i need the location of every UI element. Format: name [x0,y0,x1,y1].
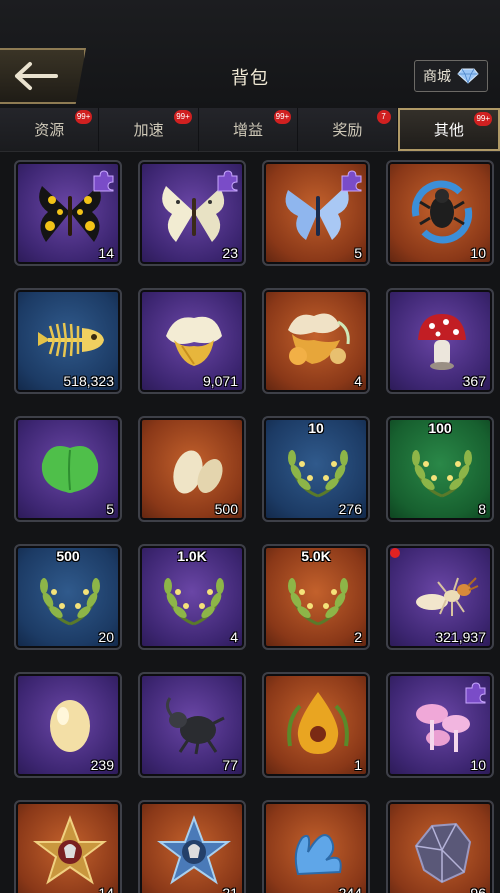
inventory-slot[interactable]: 14 [14,800,122,893]
inventory-slot[interactable]: 518,323 [14,288,122,394]
new-item-dot [390,548,400,558]
inventory-slot[interactable]: 10 [386,160,494,266]
item-tier-label: 5.0K [301,548,331,564]
inventory-slot[interactable]: 4 [262,288,370,394]
item-count: 14 [98,885,114,893]
egg-icon [50,700,90,752]
white-fungus-icon [166,316,222,366]
tab-label: 加速 [133,122,164,139]
notification-badge: 7 [376,110,391,124]
inventory-slot[interactable]: 239 [14,672,122,778]
beetle-icon [165,697,225,755]
red-mushroom-icon [418,314,466,370]
item-count: 14 [98,245,114,261]
inventory-slot[interactable]: 1.0K 4 [138,544,246,650]
inventory-slot[interactable]: 14 [14,160,122,266]
tab-resources[interactable]: 资源 99+ [0,108,100,151]
green-leaf-icon [41,446,99,493]
tab-other[interactable]: 其他 99+ [397,108,500,151]
inventory-slot[interactable]: 10 [386,672,494,778]
tab-label: 其他 [433,122,464,139]
item-tier-label: 100 [428,420,452,436]
seeds-icon [173,450,223,494]
item-count: 321,937 [435,629,486,645]
shop-label: 商城 [423,68,451,84]
laurel-wreath-icon [288,450,348,498]
tab-label: 奖励 [332,122,363,139]
item-count: 5 [106,501,114,517]
item-count: 9,071 [202,373,238,389]
diamond-icon [457,68,479,84]
star-emblem-icon [33,815,107,885]
inventory-slot[interactable]: 321,937 [386,544,494,650]
item-count: 2 [354,629,362,645]
inventory-slot[interactable]: 77 [138,672,246,778]
item-tier-label: 10 [308,420,324,436]
item-count: 4 [230,629,238,645]
amber-drop-icon [287,692,349,754]
laurel-wreath-icon [412,450,472,498]
item-count: 244 [338,885,362,893]
inventory-slot[interactable]: 367 [386,288,494,394]
inventory-slot[interactable]: 23 [138,160,246,266]
item-count: 10 [470,245,486,261]
tab-speedups[interactable]: 加速 99+ [99,108,199,151]
inventory-slot[interactable]: 500 [138,416,246,522]
puzzle-piece-icon [465,682,486,704]
fish-bone-icon [38,322,104,358]
item-count: 23 [222,245,238,261]
item-count: 96 [470,885,486,893]
item-count: 21 [222,885,238,893]
inventory-slot[interactable]: 9,071 [138,288,246,394]
termite-icon [416,577,479,616]
tab-boosts[interactable]: 增益 99+ [198,108,299,151]
shop-button[interactable]: 商城 [414,60,488,92]
ant-refresh-icon [411,180,473,244]
crystal-ore-icon [414,822,472,884]
inventory-slot[interactable]: 5.0K 2 [262,544,370,650]
inventory-slot[interactable]: 5 [14,416,122,522]
item-count: 4 [354,373,362,389]
puzzle-piece-icon [93,170,114,192]
notification-badge: 99+ [474,112,493,126]
inventory-slot[interactable]: 100 8 [386,416,494,522]
notification-badge: 99+ [273,110,292,124]
item-count: 367 [462,373,486,389]
inventory-slot[interactable]: 96 [386,800,494,893]
inventory-slot[interactable]: 21 [138,800,246,893]
item-count: 239 [90,757,114,773]
laurel-wreath-icon [40,578,100,626]
item-count: 276 [338,501,362,517]
notification-badge: 99+ [74,110,93,124]
category-tabs: 资源 99+ 加速 99+ 增益 99+ 奖励 7 其他 99+ [0,108,500,152]
puzzle-piece-icon [217,170,238,192]
tab-label: 资源 [34,122,65,139]
item-count: 1 [354,757,362,773]
tab-rewards[interactable]: 奖励 7 [298,108,398,151]
laurel-wreath-icon [288,578,348,626]
inventory-slot[interactable]: 500 20 [14,544,122,650]
blue-coral-icon [294,834,342,876]
top-bar: 背包 商城 [0,0,500,108]
fungus-cluster-icon [288,313,350,365]
notification-badge: 99+ [174,110,192,124]
item-tier-label: 500 [56,548,80,564]
tab-label: 增益 [233,122,264,139]
puzzle-piece-icon [341,170,362,192]
inventory-slot[interactable]: 10 276 [262,416,370,522]
item-count: 500 [214,501,238,517]
inventory-slot[interactable]: 1 [262,672,370,778]
laurel-wreath-icon [164,578,224,626]
item-count: 518,323 [63,373,114,389]
item-count: 8 [478,501,486,517]
item-count: 5 [354,245,362,261]
item-count: 20 [98,629,114,645]
item-count: 77 [222,757,238,773]
item-count: 10 [470,757,486,773]
blue-star-emblem-icon [157,815,231,885]
inventory-slot[interactable]: 5 [262,160,370,266]
inventory-slot[interactable]: 244 [262,800,370,893]
item-tier-label: 1.0K [177,548,207,564]
